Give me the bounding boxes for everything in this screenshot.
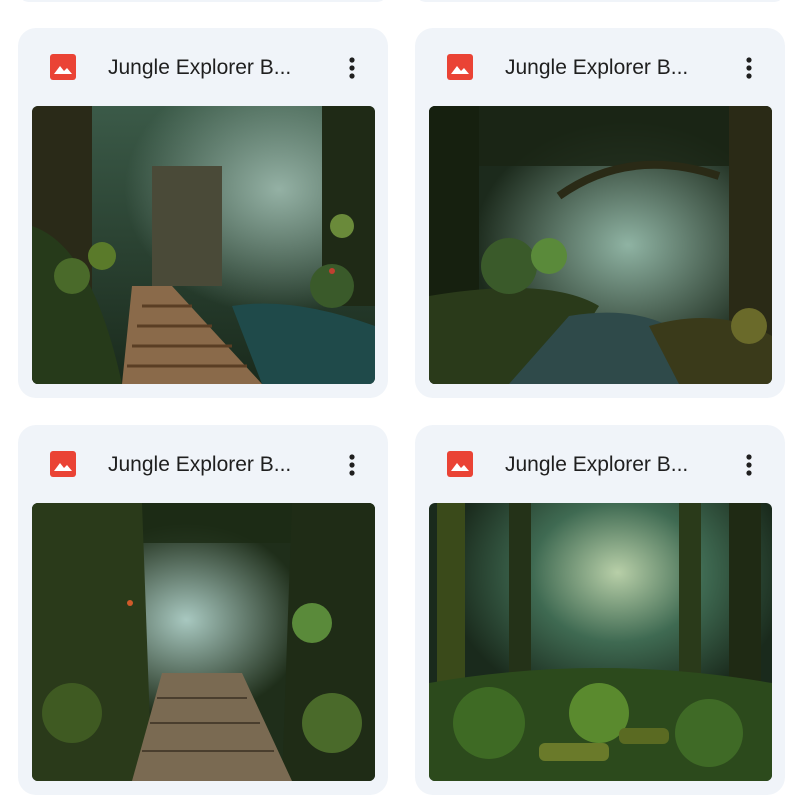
file-card[interactable]: Jungle Explorer B... xyxy=(415,425,785,795)
more-vert-icon[interactable] xyxy=(334,447,370,483)
file-card-header: Jungle Explorer B... xyxy=(18,28,388,106)
jungle-stone-stairway-ruins-image xyxy=(32,106,375,384)
image-file-icon xyxy=(50,451,76,477)
file-grid: Jungle Explorer B... Jungle Explorer B..… xyxy=(0,0,810,808)
file-card-header: Jungle Explorer B... xyxy=(415,425,785,503)
image-file-icon xyxy=(447,451,473,477)
file-thumbnail[interactable] xyxy=(429,106,772,384)
file-card-partial[interactable] xyxy=(18,0,388,2)
file-thumbnail[interactable] xyxy=(429,503,772,781)
file-title: Jungle Explorer B... xyxy=(108,453,292,476)
jungle-stone-path-tunnel-image xyxy=(32,503,375,781)
file-card[interactable]: Jungle Explorer B... xyxy=(18,425,388,795)
more-vert-icon[interactable] xyxy=(731,50,767,86)
file-card-header: Jungle Explorer B... xyxy=(415,28,785,106)
more-vert-icon[interactable] xyxy=(334,50,370,86)
image-file-icon xyxy=(447,54,473,80)
image-file-icon xyxy=(50,54,76,80)
file-card[interactable]: Jungle Explorer B... xyxy=(18,28,388,398)
file-title: Jungle Explorer B... xyxy=(108,56,292,79)
file-card-header: Jungle Explorer B... xyxy=(18,425,388,503)
file-title: Jungle Explorer B... xyxy=(505,56,689,79)
jungle-fern-forest-floor-image xyxy=(429,503,772,781)
file-thumbnail[interactable] xyxy=(32,503,375,781)
jungle-river-misty-canopy-image xyxy=(429,106,772,384)
more-vert-icon[interactable] xyxy=(731,447,767,483)
file-card-partial[interactable] xyxy=(415,0,785,2)
file-thumbnail[interactable] xyxy=(32,106,375,384)
file-title: Jungle Explorer B... xyxy=(505,453,689,476)
file-card[interactable]: Jungle Explorer B... xyxy=(415,28,785,398)
